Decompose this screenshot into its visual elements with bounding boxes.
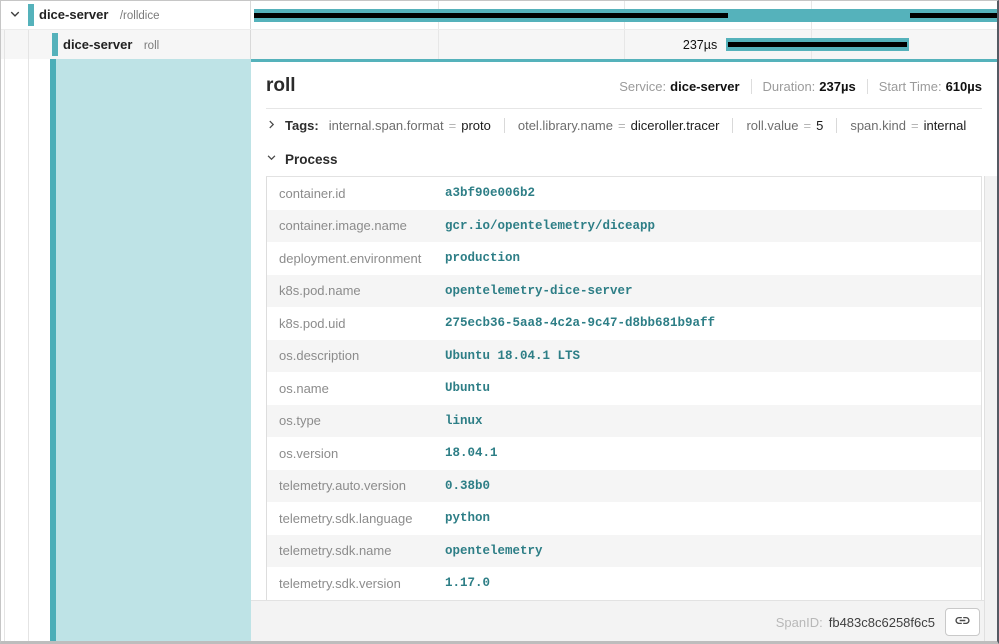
span-detail-header: roll Service:dice-server Duration:237µs …: [266, 62, 982, 109]
collapse-children-button[interactable]: [7, 7, 23, 23]
tags-label: Tags:: [285, 118, 319, 133]
critical-path-segment: [910, 13, 997, 18]
operation-name: roll: [144, 40, 159, 52]
tag-item: roll.value=5: [732, 118, 823, 133]
tags-accordion-toggle[interactable]: Tags: internal.span.format=proto otel.li…: [266, 109, 982, 141]
chevron-right-icon: [266, 118, 277, 133]
timeline-tick: [624, 30, 625, 59]
span-color-accent: [28, 4, 34, 26]
table-row: k8s.pod.nameopentelemetry-dice-server: [267, 275, 981, 308]
table-row: os.descriptionUbuntu 18.04.1 LTS: [267, 340, 981, 373]
critical-path-segment: [254, 13, 728, 18]
table-row: telemetry.sdk.version1.17.0: [267, 567, 981, 600]
span-name-cell-rolldice[interactable]: dice-server /rolldice: [1, 1, 251, 29]
span-meta: Service:dice-server Duration:237µs Start…: [619, 79, 982, 94]
timeline-cell-roll[interactable]: 237µs: [251, 30, 997, 59]
table-row: container.image.namegcr.io/opentelemetry…: [267, 210, 981, 243]
table-row: deployment.environmentproduction: [267, 242, 981, 275]
table-row: os.nameUbuntu: [267, 372, 981, 405]
critical-path-segment: [728, 42, 907, 47]
table-row: telemetry.sdk.languagepython: [267, 502, 981, 535]
timeline-cell-rolldice[interactable]: [251, 1, 997, 29]
tag-item: internal.span.format=proto: [329, 118, 491, 133]
span-name: dice-server /rolldice: [39, 6, 159, 24]
span-bar-roll[interactable]: [726, 38, 909, 51]
selected-span-gutter: [1, 59, 251, 643]
span-row-rolldice[interactable]: dice-server /rolldice: [1, 1, 997, 30]
table-row: os.version18.04.1: [267, 437, 981, 470]
span-name-cell-roll[interactable]: dice-server roll: [1, 30, 251, 59]
tree-indent-guide: [4, 59, 5, 643]
span-detail-content: roll Service:dice-server Duration:237µs …: [251, 62, 997, 601]
process-attributes-table: container.ida3bf90e006b2 container.image…: [266, 176, 982, 601]
meta-duration: Duration:237µs: [751, 79, 856, 94]
chevron-down-icon: [9, 8, 21, 23]
span-detail-panel: roll Service:dice-server Duration:237µs …: [251, 59, 997, 643]
span-detail-footer: SpanID: fb483c8c6258f6c5: [251, 600, 997, 643]
span-row-roll[interactable]: dice-server roll 237µs: [1, 30, 997, 59]
tree-indent-guide: [28, 59, 29, 643]
span-title: roll: [266, 75, 296, 97]
link-icon: [954, 612, 971, 632]
service-name: dice-server: [63, 37, 132, 52]
tree-indent-guide: [4, 30, 5, 59]
meta-start-time: Start Time:610µs: [867, 79, 982, 94]
service-name: dice-server: [39, 7, 108, 22]
tree-indent-guide: [28, 30, 29, 59]
meta-service: Service:dice-server: [619, 79, 739, 94]
span-detail-body: roll Service:dice-server Duration:237µs …: [1, 59, 997, 643]
spanid-label: SpanID:: [776, 615, 823, 630]
process-label: Process: [285, 152, 338, 167]
spanid-value: fb483c8c6258f6c5: [829, 615, 935, 630]
span-color-accent: [52, 33, 58, 56]
table-row: k8s.pod.uid275ecb36-5aa8-4c2a-9c47-d8bb6…: [267, 307, 981, 340]
span-bar-rolldice[interactable]: [254, 9, 997, 22]
table-row: telemetry.auto.version0.38b0: [267, 470, 981, 503]
deep-link-button[interactable]: [945, 608, 980, 636]
process-accordion-toggle[interactable]: Process: [266, 141, 982, 174]
table-row: telemetry.sdk.nameopentelemetry: [267, 535, 981, 568]
tag-item: span.kind=internal: [836, 118, 966, 133]
chevron-down-icon: [266, 150, 277, 168]
operation-name: /rolldice: [120, 10, 160, 22]
table-row: os.typelinux: [267, 405, 981, 438]
tag-item: otel.library.name=diceroller.tracer: [504, 118, 720, 133]
span-duration-label: 237µs: [683, 38, 717, 52]
span-name: dice-server roll: [63, 36, 159, 54]
timeline-tick: [438, 30, 439, 59]
selected-span-highlight: [56, 59, 251, 643]
jaeger-trace-detail-view: dice-server /rolldice dice-server roll: [0, 0, 999, 644]
table-row: container.ida3bf90e006b2: [267, 177, 981, 210]
